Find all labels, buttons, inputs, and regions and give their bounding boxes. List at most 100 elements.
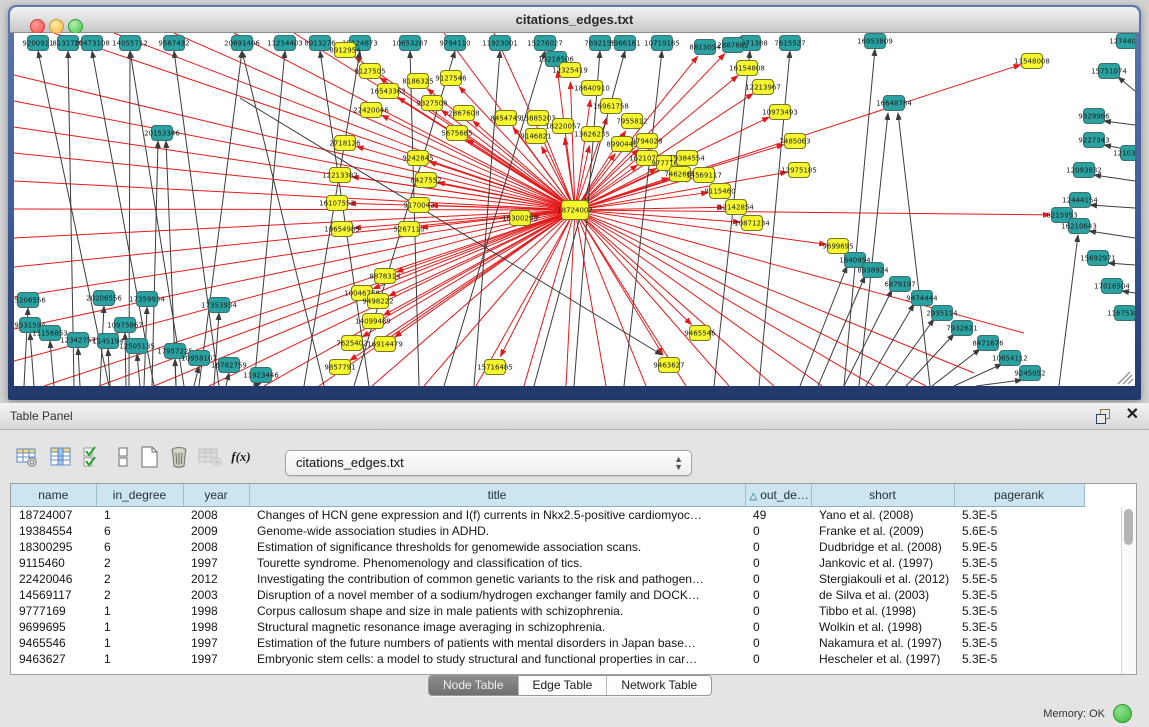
network-node[interactable]: 16543362 — [370, 84, 406, 99]
network-node[interactable]: 7625402 — [336, 336, 367, 351]
table-mode-button[interactable] — [14, 444, 40, 470]
table-vertical-scrollbar[interactable] — [1121, 507, 1136, 674]
table-cell[interactable]: Corpus callosum shape and size in male p… — [249, 603, 745, 619]
table-cell[interactable]: 18724007 — [11, 507, 96, 524]
network-node[interactable]: 17353934 — [201, 298, 237, 313]
table-cell[interactable]: 5.3E-5 — [954, 635, 1084, 651]
table-cell[interactable]: Dudbridge et al. (2008) — [811, 539, 954, 555]
table-cell[interactable]: 5.6E-5 — [954, 523, 1084, 539]
table-cell[interactable]: 5.9E-5 — [954, 539, 1084, 555]
network-node[interactable]: 10473108 — [74, 36, 110, 51]
table-row[interactable]: 1872400712008Changes of HCN gene express… — [11, 507, 1084, 524]
network-node[interactable]: 9327508 — [416, 96, 447, 111]
network-node[interactable]: 12975185 — [781, 163, 817, 178]
table-cell[interactable]: Nakamura et al. (1997) — [811, 635, 954, 651]
node-table[interactable]: namein_degreeyeartitle△out_de…shortpager… — [10, 483, 1137, 675]
table-cell[interactable]: 0 — [745, 651, 811, 667]
table-cell[interactable]: 49 — [745, 507, 811, 524]
new-column-button[interactable] — [136, 444, 162, 470]
table-cell[interactable]: 5.5E-5 — [954, 571, 1084, 587]
table-cell[interactable]: 2003 — [183, 587, 249, 603]
scrollbar-thumb[interactable] — [1124, 509, 1133, 545]
table-cell[interactable]: 2012 — [183, 571, 249, 587]
table-cell[interactable]: Investigating the contribution of common… — [249, 571, 745, 587]
network-node[interactable]: 8878314 — [369, 269, 401, 284]
network-node[interactable]: 10871234 — [734, 216, 770, 231]
network-node[interactable]: 15276027 — [527, 36, 563, 51]
network-canvas[interactable]: 9200911813172010473108140557129587432206… — [14, 33, 1135, 386]
table-cell[interactable]: 6 — [96, 523, 183, 539]
column-header-name[interactable]: name — [11, 484, 96, 507]
table-row[interactable]: 911546021997Tourette syndrome. Phenomeno… — [11, 555, 1084, 571]
table-cell[interactable]: Tibbo et al. (1998) — [811, 603, 954, 619]
table-cell[interactable]: 1998 — [183, 603, 249, 619]
network-node[interactable]: 14055712 — [112, 36, 148, 51]
table-row[interactable]: 969969511998Structural magnetic resonanc… — [11, 619, 1084, 635]
table-cell[interactable]: 0 — [745, 523, 811, 539]
network-node[interactable]: 7485063 — [779, 134, 810, 149]
table-cell[interactable]: 0 — [745, 539, 811, 555]
network-node[interactable]: 11548008 — [1014, 54, 1050, 69]
network-node[interactable]: 18724007 — [557, 201, 593, 220]
network-node[interactable]: 17359934 — [129, 292, 165, 307]
network-node[interactable]: 9463627 — [653, 358, 684, 373]
column-header-in_degree[interactable]: in_degree — [96, 484, 183, 507]
network-node[interactable]: 18640910 — [574, 81, 610, 96]
table-cell[interactable]: Embryonic stem cells: a model to study s… — [249, 651, 745, 667]
table-cell[interactable]: Wolkin et al. (1998) — [811, 619, 954, 635]
network-node[interactable]: 10973493 — [762, 105, 798, 120]
network-node[interactable]: 16107553 — [319, 196, 355, 211]
column-header-short[interactable]: short — [811, 484, 954, 507]
network-node[interactable]: 7932621 — [946, 321, 977, 336]
table-cell[interactable]: 2008 — [183, 539, 249, 555]
table-cell[interactable]: 0 — [745, 619, 811, 635]
network-node[interactable]: 9699695 — [822, 239, 853, 254]
network-node[interactable]: 10719185 — [644, 36, 680, 51]
delete-columns-button[interactable] — [166, 444, 192, 470]
delete-table-button[interactable] — [196, 444, 222, 470]
float-panel-icon[interactable] — [1096, 409, 1111, 423]
network-node[interactable]: 9857791 — [324, 360, 355, 375]
column-header-year[interactable]: year — [183, 484, 249, 507]
table-cell[interactable]: 0 — [745, 603, 811, 619]
table-cell[interactable]: 5.3E-5 — [954, 507, 1084, 524]
table-cell[interactable]: 22420046 — [11, 571, 96, 587]
table-cell[interactable]: Changes of HCN gene expression and I(f) … — [249, 507, 745, 524]
network-node[interactable]: 10975867 — [107, 318, 143, 333]
network-node[interactable]: 11675388 — [1107, 306, 1135, 321]
table-cell[interactable]: Estimation of significance thresholds fo… — [249, 539, 745, 555]
table-cell[interactable]: 1 — [96, 603, 183, 619]
network-node[interactable]: 16648784 — [876, 96, 912, 111]
table-cell[interactable]: 18300295 — [11, 539, 96, 555]
table-cell[interactable]: 0 — [745, 555, 811, 571]
network-node[interactable]: 6879197 — [884, 277, 915, 292]
table-cell[interactable]: Estimation of the future numbers of pati… — [249, 635, 745, 651]
network-node[interactable]: 8427552 — [410, 173, 441, 188]
table-row[interactable]: 1938455462009Genome-wide association stu… — [11, 523, 1084, 539]
table-cell[interactable]: 0 — [745, 635, 811, 651]
network-node[interactable]: 8813054 — [689, 40, 721, 55]
table-cell[interactable]: 0 — [745, 587, 811, 603]
network-node[interactable]: 20691406 — [224, 36, 260, 51]
table-cell[interactable]: 5.3E-5 — [954, 651, 1084, 667]
table-cell[interactable]: 9465546 — [11, 635, 96, 651]
table-cell[interactable]: 2009 — [183, 523, 249, 539]
table-row[interactable]: 1456911722003Disruption of a novel membe… — [11, 587, 1084, 603]
network-node[interactable]: 15716485 — [477, 360, 513, 375]
table-cell[interactable]: Tourette syndrome. Phenomenology and cla… — [249, 555, 745, 571]
network-node[interactable]: 9465546 — [684, 326, 716, 341]
table-selector[interactable]: citations_edges.txt ▲▼ — [285, 450, 692, 476]
network-node[interactable]: 12213382 — [322, 168, 358, 183]
table-cell[interactable]: 1 — [96, 651, 183, 667]
network-node[interactable]: 9200911 — [22, 36, 53, 51]
table-row[interactable]: 946554611997Estimation of the future num… — [11, 635, 1084, 651]
column-header-pagerank[interactable]: pagerank — [954, 484, 1084, 507]
table-cell[interactable]: Jankovic et al. (1997) — [811, 555, 954, 571]
network-node[interactable]: 16154808 — [729, 61, 765, 76]
table-cell[interactable]: 9777169 — [11, 603, 96, 619]
network-node[interactable]: 8186325 — [402, 74, 433, 89]
network-node[interactable]: 25206556 — [14, 293, 46, 308]
table-cell[interactable]: 1 — [96, 507, 183, 524]
table-cell[interactable]: Yano et al. (2008) — [811, 507, 954, 524]
table-cell[interactable]: 6 — [96, 539, 183, 555]
